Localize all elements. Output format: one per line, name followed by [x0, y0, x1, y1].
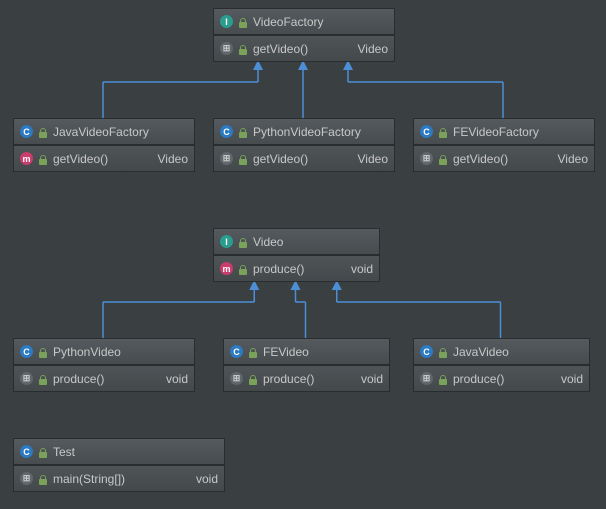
class-title-row: C JavaVideoFactory [14, 119, 194, 145]
class-name: PythonVideoFactory [253, 125, 361, 139]
lock-icon [39, 153, 47, 165]
uml-class-VideoFactory[interactable]: I VideoFactory ⊞ getVideo() Video [213, 8, 395, 62]
interface-icon: I [220, 15, 233, 28]
class-icon: C [220, 125, 233, 138]
inherits-arrow [343, 60, 503, 118]
class-icon: C [20, 445, 33, 458]
lock-icon [249, 373, 257, 385]
lock-icon [239, 153, 247, 165]
class-icon: C [420, 345, 433, 358]
method-icon: ⊞ [420, 152, 433, 165]
class-icon: C [20, 125, 33, 138]
return-type: Video [358, 152, 388, 166]
class-name: Test [53, 445, 75, 459]
return-type: void [561, 372, 583, 386]
return-type: void [361, 372, 383, 386]
class-name: FEVideoFactory [453, 125, 539, 139]
class-title-row: I Video [214, 229, 379, 255]
return-type: Video [158, 152, 188, 166]
class-name: Video [253, 235, 283, 249]
class-method-row: ⊞ produce() void [414, 365, 589, 391]
lock-icon [249, 346, 257, 358]
lock-icon [39, 373, 47, 385]
class-name: JavaVideo [453, 345, 509, 359]
class-method-row: ⊞ getVideo() Video [414, 145, 594, 171]
method-icon: m [20, 152, 33, 165]
lock-icon [39, 473, 47, 485]
class-method-row: ⊞ getVideo() Video [214, 145, 394, 171]
uml-class-JavaVideoFactory[interactable]: C JavaVideoFactory m getVideo() Video [13, 118, 195, 172]
uml-class-Test[interactable]: C Test ⊞ main(String[]) void [13, 438, 225, 492]
method-name: getVideo() [253, 42, 308, 56]
uml-class-FEVideoFactory[interactable]: C FEVideoFactory ⊞ getVideo() Video [413, 118, 595, 172]
method-icon: ⊞ [20, 472, 33, 485]
class-method-row: m getVideo() Video [14, 145, 194, 171]
inherits-arrow [298, 60, 308, 118]
lock-icon [439, 373, 447, 385]
class-icon: C [420, 125, 433, 138]
class-method-row: ⊞ produce() void [224, 365, 389, 391]
method-name: main(String[]) [53, 472, 125, 486]
inherits-arrow [103, 280, 259, 338]
method-name: getVideo() [453, 152, 508, 166]
uml-class-FEVideo[interactable]: C FEVideo ⊞ produce() void [223, 338, 390, 392]
return-type: void [196, 472, 218, 486]
return-type: void [166, 372, 188, 386]
method-icon: m [220, 262, 233, 275]
lock-icon [439, 153, 447, 165]
method-icon: ⊞ [420, 372, 433, 385]
uml-class-JavaVideo[interactable]: C JavaVideo ⊞ produce() void [413, 338, 590, 392]
class-method-row: ⊞ produce() void [14, 365, 194, 391]
return-type: Video [358, 42, 388, 56]
class-name: JavaVideoFactory [53, 125, 149, 139]
method-icon: ⊞ [230, 372, 243, 385]
method-icon: ⊞ [220, 152, 233, 165]
lock-icon [239, 16, 247, 28]
lock-icon [39, 446, 47, 458]
lock-icon [239, 126, 247, 138]
class-title-row: I VideoFactory [214, 9, 394, 35]
method-icon: ⊞ [20, 372, 33, 385]
lock-icon [439, 346, 447, 358]
class-title-row: C FEVideo [224, 339, 389, 365]
class-icon: C [20, 345, 33, 358]
return-type: void [351, 262, 373, 276]
class-title-row: C JavaVideo [414, 339, 589, 365]
class-title-row: C Test [14, 439, 224, 465]
class-name: VideoFactory [253, 15, 323, 29]
inherits-arrow [103, 60, 263, 118]
inherits-arrow [291, 280, 306, 338]
inherits-arrow [332, 280, 501, 338]
lock-icon [239, 263, 247, 275]
class-method-row: ⊞ main(String[]) void [14, 465, 224, 491]
uml-class-PythonVideoFactory[interactable]: C PythonVideoFactory ⊞ getVideo() Video [213, 118, 395, 172]
uml-class-Video[interactable]: I Video m produce() void [213, 228, 380, 282]
class-name: FEVideo [263, 345, 309, 359]
method-name: produce() [253, 262, 304, 276]
lock-icon [239, 236, 247, 248]
method-name: produce() [53, 372, 104, 386]
return-type: Video [558, 152, 588, 166]
interface-icon: I [220, 235, 233, 248]
method-icon: ⊞ [220, 42, 233, 55]
class-icon: C [230, 345, 243, 358]
method-name: getVideo() [253, 152, 308, 166]
method-name: produce() [453, 372, 504, 386]
lock-icon [239, 43, 247, 55]
lock-icon [439, 126, 447, 138]
class-method-row: m produce() void [214, 255, 379, 281]
class-title-row: C PythonVideoFactory [214, 119, 394, 145]
class-method-row: ⊞ getVideo() Video [214, 35, 394, 61]
class-title-row: C PythonVideo [14, 339, 194, 365]
class-name: PythonVideo [53, 345, 121, 359]
method-name: produce() [263, 372, 314, 386]
lock-icon [39, 126, 47, 138]
uml-class-PythonVideo[interactable]: C PythonVideo ⊞ produce() void [13, 338, 195, 392]
method-name: getVideo() [53, 152, 108, 166]
lock-icon [39, 346, 47, 358]
class-title-row: C FEVideoFactory [414, 119, 594, 145]
